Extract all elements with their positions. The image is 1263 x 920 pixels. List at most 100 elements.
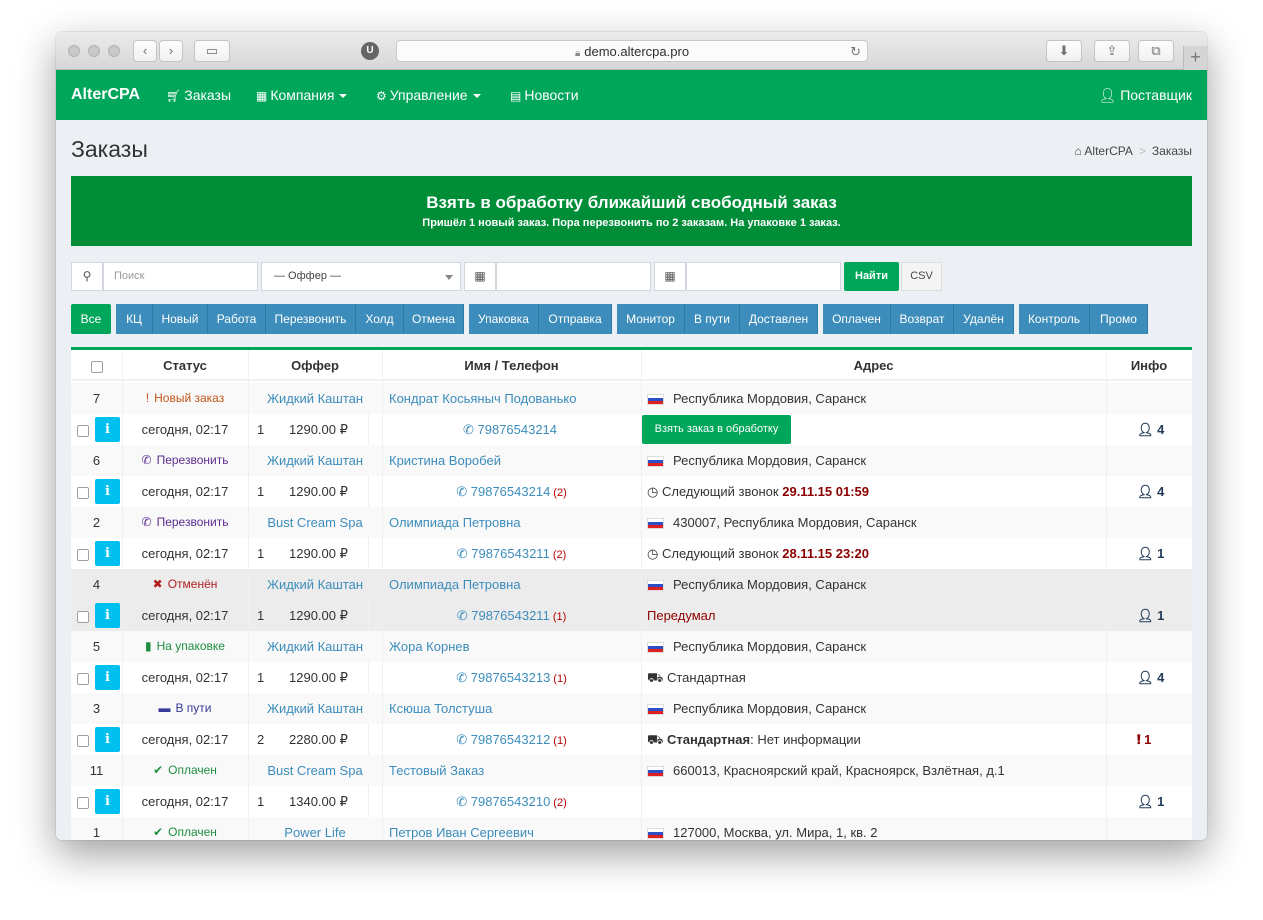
status-paid-button[interactable]: Оплачен	[823, 304, 891, 334]
date-from-input[interactable]	[496, 262, 651, 291]
status-recall-button[interactable]: Перезвонить	[266, 304, 356, 334]
offer-link[interactable]: Жидкий Каштан	[248, 569, 382, 600]
status-in-transit-button[interactable]: В пути	[685, 304, 740, 334]
row-checkbox[interactable]	[77, 786, 91, 817]
status-cancel-button[interactable]: Отмена	[404, 304, 464, 334]
status-delivered-button[interactable]: Доставлен	[740, 304, 818, 334]
tabs-icon[interactable]: ⧉	[1138, 40, 1174, 62]
breadcrumb-home[interactable]: AlterCPA	[1084, 144, 1132, 158]
address-bar[interactable]: 🔒︎ demo.altercpa.pro ↻	[396, 40, 868, 62]
offer-link[interactable]: Жидкий Каштан	[248, 693, 382, 724]
phone-link[interactable]: ✆ 79876543214	[463, 422, 557, 437]
nav-management[interactable]: ⚙ Управление	[376, 70, 481, 121]
customer-name-link[interactable]: Петров Иван Сергеевич	[389, 817, 534, 840]
table-row[interactable]: 2 ✆ Перезвонить Bust Cream Spa Олимпиада Пет…	[71, 507, 1192, 538]
row-checkbox[interactable]	[77, 414, 91, 445]
offer-link[interactable]: Жидкий Каштан	[248, 631, 382, 662]
customer-name-link[interactable]: Олимпиада Петровна	[389, 569, 521, 600]
info-alert[interactable]: ❗︎ 1	[1137, 724, 1151, 755]
info-users[interactable]: 👤︎ 4	[1137, 476, 1164, 507]
table-row[interactable]: 11 ✔ Оплачен Bust Cream Spa Тестовый Заказ 66…	[71, 755, 1192, 786]
row-checkbox[interactable]	[77, 662, 91, 693]
table-row[interactable]: 3 ▬ В пути Жидкий Каштан Ксюша Толстуша Респу…	[71, 693, 1192, 724]
select-all-checkbox[interactable]	[71, 350, 122, 381]
csv-button[interactable]: CSV	[901, 262, 942, 291]
table-row[interactable]: 6 ✆ Перезвонить Жидкий Каштан Кристина Вороб…	[71, 445, 1192, 476]
info-icon[interactable]: i	[95, 727, 120, 752]
status-return-button[interactable]: Возврат	[891, 304, 954, 334]
status-control-button[interactable]: Контроль	[1019, 304, 1090, 334]
minimize-window-button[interactable]	[88, 45, 100, 57]
customer-name-link[interactable]: Тестовый Заказ	[389, 755, 484, 786]
zoom-window-button[interactable]	[108, 45, 120, 57]
table-row[interactable]: 4 ✖ Отменён Жидкий Каштан Олимпиада Петровна…	[71, 569, 1192, 600]
info-icon[interactable]: i	[95, 541, 120, 566]
info-users[interactable]: 👤︎ 1	[1137, 600, 1164, 631]
table-row[interactable]: i сегодня, 02:17 1 1290.00 ₽ ✆ 79876543211 (1…	[71, 600, 1192, 631]
phone-link[interactable]: ✆ 79876543214	[456, 484, 550, 499]
info-users[interactable]: 👤︎ 1	[1137, 538, 1164, 569]
forward-icon[interactable]: ›	[159, 40, 183, 62]
nav-company[interactable]: ▦ Компания	[256, 70, 348, 121]
info-users[interactable]: 👤︎ 1	[1137, 786, 1164, 817]
info-icon[interactable]: i	[95, 603, 120, 628]
info-icon[interactable]: i	[95, 789, 120, 814]
date-to-input[interactable]	[686, 262, 841, 291]
nav-news[interactable]: ▤ Новости	[510, 70, 579, 121]
customer-name-link[interactable]: Жора Корнев	[389, 631, 470, 662]
status-kc-button[interactable]: КЦ	[116, 304, 153, 334]
row-checkbox[interactable]	[77, 538, 91, 569]
customer-name-link[interactable]: Кристина Воробей	[389, 445, 501, 476]
status-work-button[interactable]: Работа	[208, 304, 266, 334]
row-checkbox[interactable]	[77, 476, 91, 507]
table-row[interactable]: 5 ▮ На упаковке Жидкий Каштан Жора Корнев Рес…	[71, 631, 1192, 662]
share-icon[interactable]: ⇪	[1094, 40, 1130, 62]
table-row[interactable]: i сегодня, 02:17 1 1290.00 ₽ ✆ 79876543214 Вз…	[71, 414, 1192, 445]
user-menu[interactable]: 👤︎ Поставщик	[1099, 70, 1192, 120]
status-monitor-button[interactable]: Монитор	[617, 304, 685, 334]
phone-link[interactable]: ✆ 79876543213	[456, 670, 550, 685]
status-shipping-button[interactable]: Отправка	[539, 304, 612, 334]
customer-name-link[interactable]: Олимпиада Петровна	[389, 507, 521, 538]
extension-badge[interactable]: U	[361, 42, 379, 60]
table-row[interactable]: 7 ! Новый заказ Жидкий Каштан Кондрат Косьян…	[71, 383, 1192, 414]
row-checkbox[interactable]	[77, 724, 91, 755]
offer-select[interactable]: — Оффер —	[261, 262, 461, 291]
phone-link[interactable]: ✆ 79876543210	[456, 794, 550, 809]
reload-icon[interactable]: ↻	[850, 41, 861, 62]
status-packing-button[interactable]: Упаковка	[469, 304, 539, 334]
phone-link[interactable]: ✆ 79876543211	[457, 608, 550, 623]
brand-logo[interactable]: AlterCPA	[71, 70, 140, 120]
customer-name-link[interactable]: Ксюша Толстуша	[389, 693, 492, 724]
close-window-button[interactable]	[68, 45, 80, 57]
new-tab-button[interactable]: +	[1183, 46, 1207, 70]
table-row[interactable]: i сегодня, 02:17 1 1290.00 ₽ ✆ 79876543213 (1…	[71, 662, 1192, 693]
info-icon[interactable]: i	[95, 479, 120, 504]
table-row[interactable]: i сегодня, 02:17 2 2280.00 ₽ ✆ 79876543212 (1…	[71, 724, 1192, 755]
offer-link[interactable]: Жидкий Каштан	[248, 445, 382, 476]
back-icon[interactable]: ‹	[133, 40, 157, 62]
find-button[interactable]: Найти	[844, 262, 899, 291]
info-users[interactable]: 👤︎ 4	[1137, 414, 1164, 445]
table-row[interactable]: 1 ✔ Оплачен Power Life Петров Иван Сергеевич…	[71, 817, 1192, 840]
search-input[interactable]: Поиск	[103, 262, 258, 291]
sidebar-icon[interactable]: ▭	[194, 40, 230, 62]
status-all-button[interactable]: Все	[71, 304, 111, 334]
offer-link[interactable]: Bust Cream Spa	[248, 507, 382, 538]
row-checkbox[interactable]	[77, 600, 91, 631]
status-new-button[interactable]: Новый	[153, 304, 208, 334]
take-order-callout[interactable]: Взять в обработку ближайший свободный за…	[71, 176, 1192, 246]
table-row[interactable]: i сегодня, 02:17 1 1290.00 ₽ ✆ 79876543211 (2…	[71, 538, 1192, 569]
info-icon[interactable]: i	[95, 417, 120, 442]
phone-link[interactable]: ✆ 79876543212	[456, 732, 550, 747]
offer-link[interactable]: Bust Cream Spa	[248, 755, 382, 786]
take-order-button[interactable]: Взять заказ в обработку	[642, 415, 791, 444]
phone-link[interactable]: ✆ 79876543211	[457, 546, 550, 561]
status-hold-button[interactable]: Холд	[356, 304, 404, 334]
offer-link[interactable]: Жидкий Каштан	[248, 383, 382, 414]
table-row[interactable]: i сегодня, 02:17 1 1340.00 ₽ ✆ 79876543210 (2…	[71, 786, 1192, 817]
info-icon[interactable]: i	[95, 665, 120, 690]
customer-name-link[interactable]: Кондрат Косьяныч Подованько	[389, 383, 576, 414]
offer-link[interactable]: Power Life	[248, 817, 382, 840]
table-row[interactable]: i сегодня, 02:17 1 1290.00 ₽ ✆ 79876543214 (2…	[71, 476, 1192, 507]
